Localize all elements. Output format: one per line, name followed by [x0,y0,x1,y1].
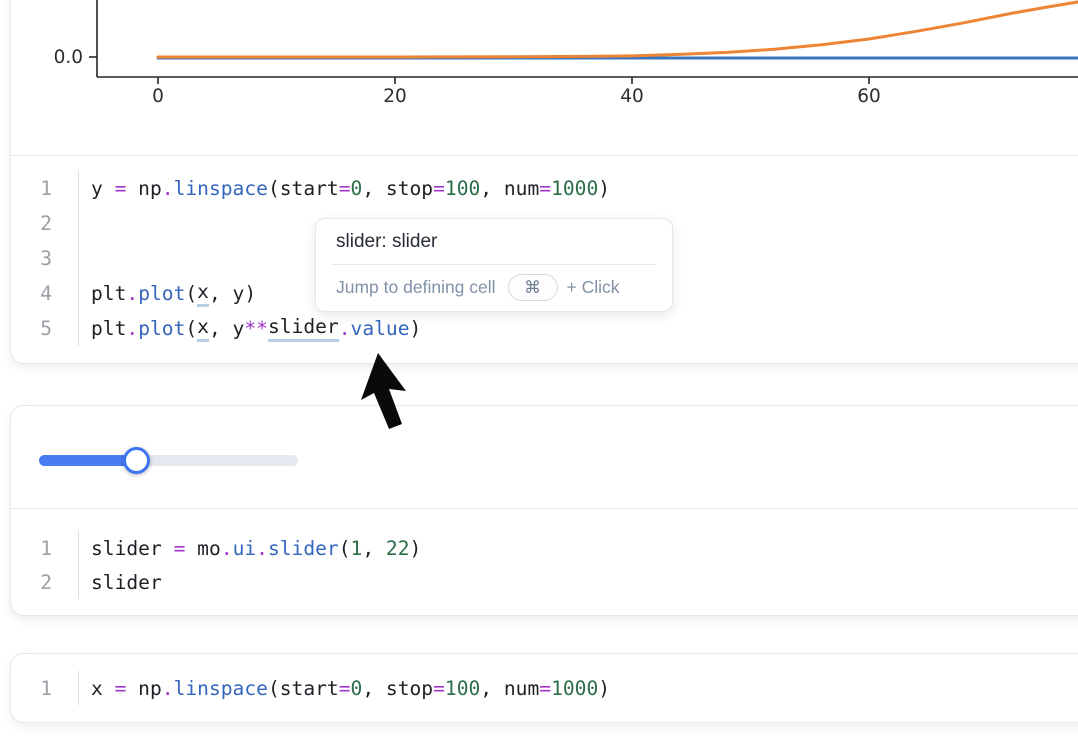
line-number: 1 [11,677,78,700]
click-hint-label: + Click [567,277,620,298]
cell-slider: 1slider = mo.ui.slider(1, 22)2slider [10,405,1078,616]
slider-widget[interactable] [39,444,319,488]
code-editor-x[interactable]: 1x = np.linspace(start=0, stop=100, num=… [11,671,1078,705]
line-number: 5 [11,317,78,340]
variable-tooltip: slider: slider Jump to defining cell ⌘ +… [315,218,673,312]
line-number: 1 [11,177,78,200]
code-line: 1x = np.linspace(start=0, stop=100, num=… [11,671,1078,705]
code-text[interactable]: x = np.linspace(start=0, stop=100, num=1… [78,671,1078,705]
code-text[interactable]: y = np.linspace(start=0, stop=100, num=1… [78,171,1078,206]
output-code-divider [11,508,1078,509]
code-line: 2slider [11,565,1078,599]
line-number: 3 [11,247,78,270]
notebook-canvas: 1y = np.linspace(start=0, stop=100, num=… [0,0,1078,746]
line-number: 4 [11,282,78,305]
code-line: 1slider = mo.ui.slider(1, 22) [11,531,1078,565]
cell-x: 1x = np.linspace(start=0, stop=100, num=… [10,653,1078,723]
code-text[interactable]: slider [78,565,1078,599]
tooltip-title: slider: slider [316,219,672,264]
code-line: 1y = np.linspace(start=0, stop=100, num=… [11,171,1078,206]
line-number: 1 [11,537,78,560]
line-number: 2 [11,212,78,235]
code-text[interactable]: slider = mo.ui.slider(1, 22) [78,531,1078,565]
slider-fill [39,455,132,466]
slider-handle[interactable] [123,447,150,474]
code-text[interactable]: plt.plot(x, y**slider.value) [78,311,1078,346]
jump-to-defining-cell-label: Jump to defining cell [336,277,496,298]
command-key-badge: ⌘ [508,274,558,301]
code-editor-slider[interactable]: 1slider = mo.ui.slider(1, 22)2slider [11,531,1078,599]
code-line: 5plt.plot(x, y**slider.value) [11,311,1078,346]
output-code-divider [11,155,1078,156]
line-number: 2 [11,571,78,594]
